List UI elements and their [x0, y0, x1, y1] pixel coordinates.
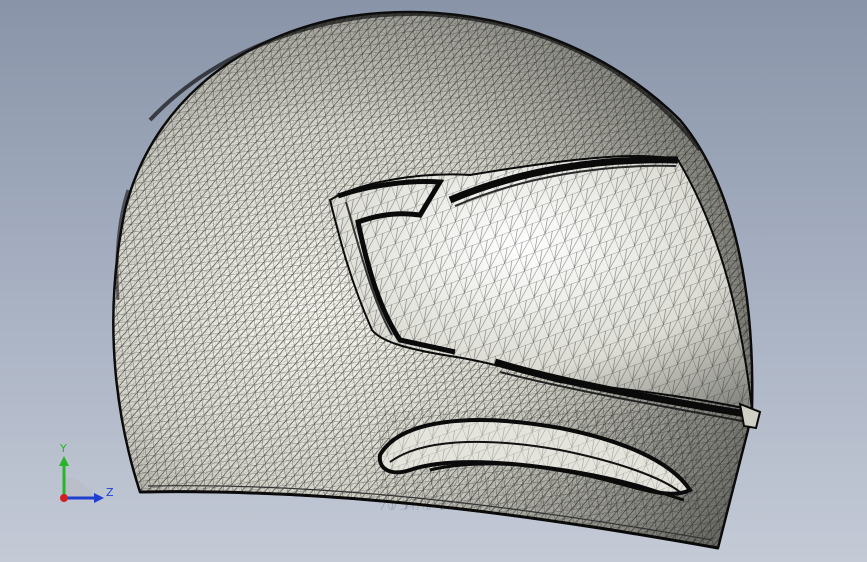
origin-icon — [60, 494, 68, 502]
3d-viewport[interactable] — [0, 0, 867, 562]
coordinate-triad[interactable]: Y Z — [48, 438, 128, 518]
y-axis-label: Y — [59, 442, 67, 455]
z-axis-label: Z — [106, 486, 114, 499]
z-axis-arrow-icon — [94, 493, 104, 503]
view-plane-indicator — [64, 476, 94, 498]
y-axis-arrow-icon — [59, 456, 69, 466]
chin-vent[interactable] — [377, 410, 700, 510]
